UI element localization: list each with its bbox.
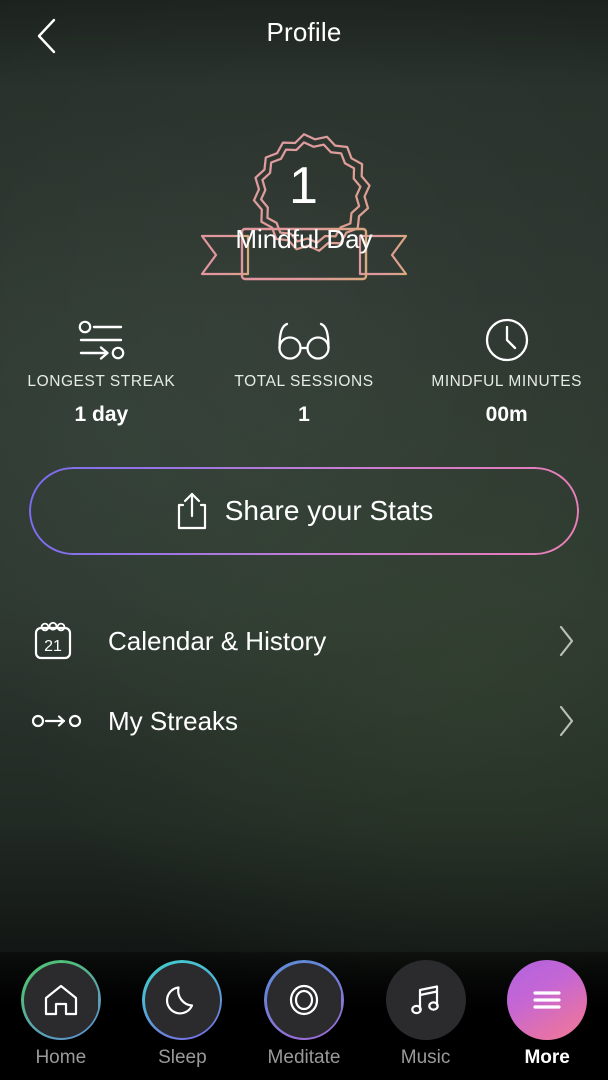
hamburger-icon xyxy=(527,984,567,1016)
nav-label: Meditate xyxy=(267,1047,341,1068)
chevron-right-icon[interactable] xyxy=(552,703,582,739)
stat-label: LONGEST STREAK xyxy=(27,373,176,390)
stat-label: MINDFUL MINUTES xyxy=(431,373,582,390)
stat-label: TOTAL SESSIONS xyxy=(234,373,374,390)
nav-item-sleep[interactable]: Sleep xyxy=(122,960,244,1069)
home-icon xyxy=(40,979,82,1021)
stat-total-sessions: TOTAL SESSIONS 1 xyxy=(203,316,406,427)
list-item-label: My Streaks xyxy=(108,705,239,736)
list-item-calendar-history[interactable]: 21 Calendar & History xyxy=(0,601,608,681)
calendar-icon: 21 xyxy=(30,618,86,664)
nav-label: Sleep xyxy=(158,1047,207,1068)
stat-value: 1 day xyxy=(74,403,129,426)
clock-icon xyxy=(405,316,608,364)
moon-icon xyxy=(161,979,203,1021)
nav-item-more[interactable]: More xyxy=(486,960,608,1069)
nav-circle-meditate[interactable] xyxy=(263,960,344,1040)
rings-icon xyxy=(283,979,325,1021)
stat-value: 1 xyxy=(298,403,310,426)
list-item-label: Calendar & History xyxy=(108,625,327,656)
chevron-right-icon[interactable] xyxy=(552,623,582,659)
nav-item-home[interactable]: Home xyxy=(0,960,122,1069)
badge-count: 1 xyxy=(289,157,319,215)
bottom-navigation: Home Sleep Meditate Music More xyxy=(0,952,608,1080)
stat-mindful-minutes: MINDFUL MINUTES 00m xyxy=(405,316,608,427)
stat-longest-streak: LONGEST STREAK 1 day xyxy=(0,316,203,427)
list-item-my-streaks[interactable]: My Streaks xyxy=(0,681,608,761)
nav-circle-music[interactable] xyxy=(385,960,466,1040)
badge-ribbon-label: Mindful Day xyxy=(235,224,373,254)
streak-dots-icon xyxy=(30,709,86,733)
header: Profile xyxy=(0,0,608,72)
glasses-icon xyxy=(203,316,406,364)
nav-label: Home xyxy=(35,1047,87,1068)
svg-text:21: 21 xyxy=(44,638,62,655)
nav-circle-sleep[interactable] xyxy=(142,960,223,1040)
page-title: Profile xyxy=(266,17,342,47)
mindful-day-badge: 1 Mindful Day xyxy=(0,124,608,284)
music-icon xyxy=(405,979,447,1021)
streak-icon xyxy=(0,316,203,364)
menu-list: 21 Calendar & History My Streaks xyxy=(0,601,608,761)
nav-circle-more[interactable] xyxy=(507,960,588,1040)
stat-value: 00m xyxy=(485,403,528,426)
share-stats-label: Share your Stats xyxy=(224,495,434,526)
share-upload-icon xyxy=(175,491,209,531)
nav-label: Music xyxy=(400,1047,451,1068)
nav-item-music[interactable]: Music xyxy=(365,960,487,1069)
share-stats-button[interactable]: Share your Stats xyxy=(29,467,579,555)
nav-label: More xyxy=(524,1047,570,1068)
stats-row: LONGEST STREAK 1 day TOTAL SESSIONS 1 MI… xyxy=(0,316,608,427)
nav-circle-home[interactable] xyxy=(20,960,101,1040)
nav-item-meditate[interactable]: Meditate xyxy=(243,960,365,1069)
